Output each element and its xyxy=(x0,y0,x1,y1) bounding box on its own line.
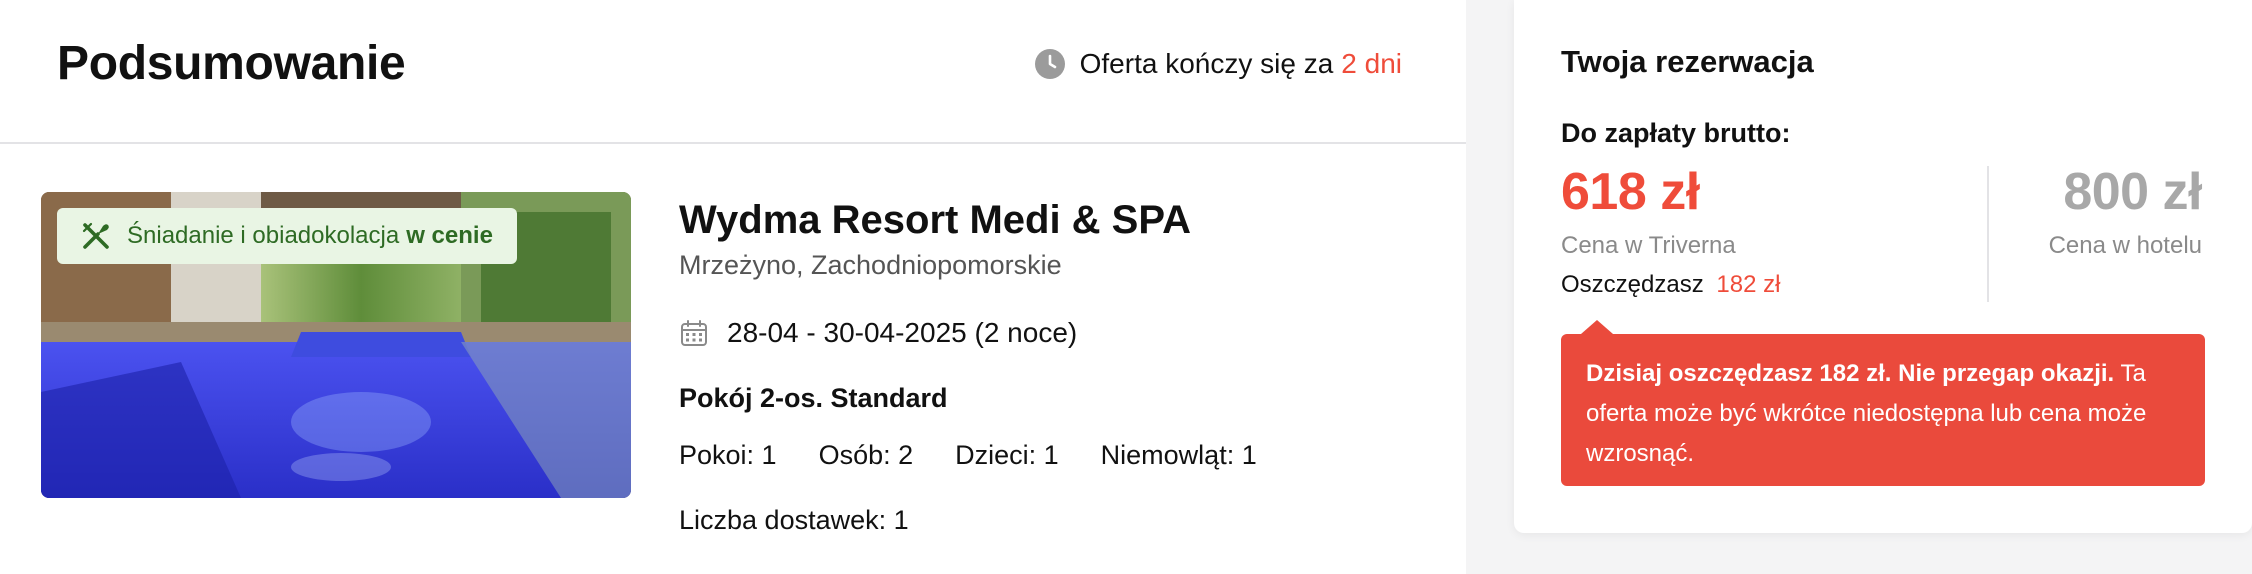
savings: Oszczędzasz 182 zł xyxy=(1561,271,1780,299)
offer-expiry-text: Oferta kończy się za xyxy=(1079,48,1334,79)
children-count: Dzieci: 1 xyxy=(955,440,1059,470)
clock-icon xyxy=(1034,49,1065,79)
page: Podsumowanie Oferta kończy się za 2 dni xyxy=(0,0,2252,574)
occupancy: Pokoi: 1 Osób: 2 Dzieci: 1 Niemowląt: 1 xyxy=(679,440,1439,471)
offer-expiry-days: 2 dni xyxy=(1341,48,1402,79)
summary-header: Podsumowanie Oferta kończy się za 2 dni xyxy=(0,0,1466,144)
infants-count: Niemowląt: 1 xyxy=(1100,440,1257,470)
fork-knife-icon xyxy=(82,222,109,249)
calendar-icon xyxy=(681,320,707,346)
hotel-location: Mrzeżyno, Zachodniopomorskie xyxy=(679,250,1062,280)
savings-alert: Dzisiaj oszczędzasz 182 zł. Nie przegap … xyxy=(1561,320,2205,486)
savings-alert-headline: Dzisiaj oszczędzasz 182 zł. Nie przegap … xyxy=(1586,360,2115,387)
rooms-count: Pokoi: 1 xyxy=(679,440,777,470)
offer-expiry: Oferta kończy się za 2 dni xyxy=(1034,48,1402,80)
room-type: Pokój 2-os. Standard xyxy=(679,383,948,413)
board-badge-text: Śniadanie i obiadokolacja xyxy=(127,222,400,249)
board-badge: Śniadanie i obiadokolacja w cenie xyxy=(57,208,517,264)
stay-dates-text: 28-04 - 30-04-2025 (2 noce) xyxy=(727,317,1078,348)
page-title: Podsumowanie xyxy=(57,37,406,90)
summary-panel: Podsumowanie Oferta kończy się za 2 dni xyxy=(0,0,1466,574)
savings-label: Oszczędzasz xyxy=(1561,271,1704,298)
board-badge-emphasis: w cenie xyxy=(406,222,493,249)
price-divider xyxy=(1987,166,1989,302)
savings-amount: 182 zł xyxy=(1716,271,1781,298)
booking-card: Twoja rezerwacja Do zapłaty brutto: 618 … xyxy=(1514,0,2252,533)
extra-beds-count: Liczba dostawek: 1 xyxy=(679,505,909,535)
total-price: 618 zł xyxy=(1561,163,1700,221)
booking-title: Twoja rezerwacja xyxy=(1561,44,1814,79)
hotel-info: Wydma Resort Medi & SPA Mrzeżyno, Zachod… xyxy=(679,194,1439,536)
hotel-name[interactable]: Wydma Resort Medi & SPA xyxy=(679,194,1439,246)
hotel-price-label: Cena w hotelu xyxy=(2048,232,2202,259)
total-label: Do zapłaty brutto: xyxy=(1561,118,1791,148)
persons-count: Osób: 2 xyxy=(818,440,914,470)
total-price-label: Cena w Triverna xyxy=(1561,232,1736,259)
stay-dates: 28-04 - 30-04-2025 (2 noce) xyxy=(679,317,1439,349)
hotel-photo[interactable]: Śniadanie i obiadokolacja w cenie xyxy=(41,192,631,498)
hotel-price: 800 zł xyxy=(2063,163,2202,221)
